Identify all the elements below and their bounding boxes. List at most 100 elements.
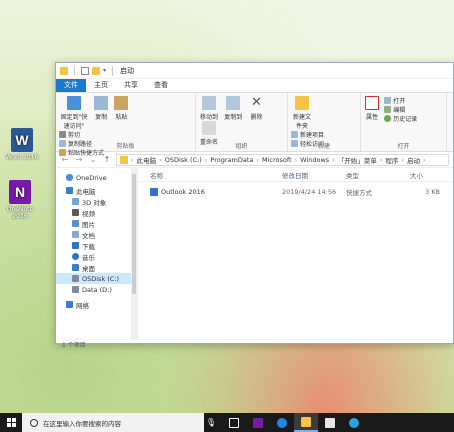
new-folder-quick-icon[interactable] (92, 66, 100, 75)
taskbar-internet-explorer[interactable] (342, 413, 366, 432)
nav-item-videos[interactable]: 视频 (56, 207, 137, 218)
search-icon (30, 418, 38, 427)
taskbar-file-explorer[interactable] (294, 413, 318, 432)
edit-icon (384, 106, 392, 113)
file-name: Outlook 2016 (161, 188, 205, 196)
nav-item-onedrive[interactable]: OneDrive (56, 172, 137, 183)
explorer-body: OneDrive 此电脑 3D 对象 视频 图片 文档 下载 音乐 桌面 OSD… (56, 168, 453, 339)
column-date-modified[interactable]: 修改日期 (276, 170, 340, 180)
nav-item-label: 此电脑 (76, 187, 96, 196)
nav-item-downloads[interactable]: 下载 (56, 240, 137, 251)
nav-item-3d-objects[interactable]: 3D 对象 (56, 196, 137, 207)
task-view-icon (229, 417, 239, 428)
tab-view[interactable]: 查看 (146, 79, 176, 92)
window-title: 启动 (120, 66, 135, 75)
breadcrumb-separator: › (256, 155, 259, 164)
store-icon (325, 417, 335, 428)
pin-icon (67, 96, 81, 110)
delete-button[interactable]: ✕ 删除 (247, 95, 265, 122)
move-to-button[interactable]: 移动到 (199, 96, 219, 121)
cut-button[interactable]: 剪切 (59, 130, 127, 139)
edit-button[interactable]: 编辑 (384, 105, 434, 114)
properties-quick-icon[interactable] (81, 66, 89, 75)
breadcrumb[interactable]: › 此电脑 › OSDisk (C:) › ProgramData › Micr… (116, 153, 449, 166)
scrollbar-thumb[interactable] (132, 174, 136, 294)
new-folder-button[interactable]: 新建文件夹 (291, 96, 313, 130)
nav-item-this-pc[interactable]: 此电脑 (56, 185, 137, 196)
nav-item-network[interactable]: 网络 (56, 299, 137, 310)
nav-item-pictures[interactable]: 图片 (56, 218, 137, 229)
task-view-button[interactable] (222, 413, 246, 432)
file-explorer-window: ▾ 启动 文件 主页 共享 查看 固定到"快速访问" 复制 粘贴 剪切 复制路径… (55, 62, 454, 349)
breadcrumb-item[interactable]: 此电脑 (137, 155, 157, 165)
breadcrumb-item[interactable]: ProgramData (210, 156, 253, 164)
breadcrumb-item[interactable]: 程序 (385, 155, 398, 165)
video-icon (72, 209, 79, 216)
taskbar-store[interactable] (318, 413, 342, 432)
properties-button[interactable]: 属性 (364, 96, 380, 121)
new-group-label: 新建 (317, 143, 330, 150)
organize-group-label: 组织 (235, 143, 248, 150)
tab-file[interactable]: 文件 (56, 79, 86, 92)
nav-item-music[interactable]: 音乐 (56, 251, 137, 262)
taskbar-search-box[interactable]: 在这里输入你要搜索的内容 (22, 413, 204, 432)
new-group: 新建文件夹 新建项目 轻松访问 新建 (288, 93, 361, 151)
copy-to-label: 复制到 (224, 114, 243, 121)
column-type[interactable]: 类型 (340, 170, 404, 180)
copy-button[interactable]: 复制 (93, 96, 109, 121)
nav-item-osdisk[interactable]: OSDisk (C:) (56, 273, 137, 284)
status-bar: 1 个项目 (56, 339, 453, 350)
search-placeholder: 在这里输入你要搜索的内容 (43, 419, 121, 428)
nav-item-label: OneDrive (76, 173, 107, 182)
open-label: 打开 (393, 98, 406, 105)
copy-to-button[interactable]: 复制到 (223, 96, 243, 121)
nav-item-data-drive[interactable]: Data (D:) (56, 284, 137, 295)
history-button[interactable]: 历史记录 (384, 114, 434, 123)
desktop-icon-onenote[interactable]: N OneNote 2016 (2, 180, 38, 220)
nav-item-desktop[interactable]: 桌面 (56, 262, 137, 273)
nav-item-label: 图片 (82, 220, 95, 229)
microphone-icon[interactable]: 🎙 (204, 418, 218, 427)
breadcrumb-item[interactable]: 「开始」菜单 (338, 155, 377, 165)
scissors-icon (59, 131, 66, 138)
ribbon-tabs: 文件 主页 共享 查看 (56, 79, 453, 92)
file-list: 名称 修改日期 类型 大小 Outlook 2016 2019/4/24 14:… (138, 168, 453, 339)
nav-item-label: 视频 (82, 209, 95, 218)
taskbar-onenote[interactable] (246, 413, 270, 432)
start-button[interactable] (0, 418, 22, 427)
file-name-cell: Outlook 2016 (138, 188, 276, 196)
taskbar-edge[interactable] (270, 413, 294, 432)
copy-icon (94, 96, 109, 110)
copy-to-icon (226, 96, 241, 110)
download-icon (72, 242, 79, 249)
navigation-scrollbar[interactable] (131, 168, 137, 339)
new-item-button[interactable]: 新建项目 (291, 130, 335, 139)
chevron-down-icon[interactable]: ▾ (103, 67, 106, 75)
breadcrumb-separator: › (332, 155, 335, 164)
desktop-icon-label: Word 2016 (5, 154, 39, 161)
pin-quick-access-button[interactable]: 固定到"快速访问" (59, 96, 89, 130)
onenote-icon (253, 417, 263, 428)
desktop-icon (72, 264, 79, 271)
delete-icon: ✕ (251, 95, 262, 110)
tab-share[interactable]: 共享 (116, 79, 146, 92)
table-row[interactable]: Outlook 2016 2019/4/24 14:56 快捷方式 3 KB (138, 186, 453, 198)
column-size[interactable]: 大小 (404, 170, 444, 180)
breadcrumb-item[interactable]: OSDisk (C:) (165, 156, 202, 164)
windows-logo-icon (6, 418, 16, 427)
paste-button[interactable]: 粘贴 (113, 96, 129, 121)
breadcrumb-item[interactable]: Windows (300, 156, 329, 164)
nav-item-documents[interactable]: 文档 (56, 229, 137, 240)
properties-label: 属性 (365, 114, 378, 121)
move-to-label: 移动到 (199, 114, 218, 121)
desktop-icon-label: OneNote 2016 (6, 206, 34, 220)
breadcrumb-item[interactable]: 启动 (407, 155, 420, 165)
file-type: 快捷方式 (346, 189, 372, 197)
breadcrumb-item[interactable]: Microsoft (262, 156, 292, 164)
open-button[interactable]: 打开 (384, 96, 434, 105)
taskbar: 在这里输入你要搜索的内容 🎙 (0, 413, 454, 432)
desktop-icon-word[interactable]: W Word 2016 (4, 128, 40, 161)
column-name[interactable]: 名称 (138, 170, 276, 180)
navigation-pane: OneDrive 此电脑 3D 对象 视频 图片 文档 下载 音乐 桌面 OSD… (56, 168, 138, 339)
tab-home[interactable]: 主页 (86, 79, 116, 92)
